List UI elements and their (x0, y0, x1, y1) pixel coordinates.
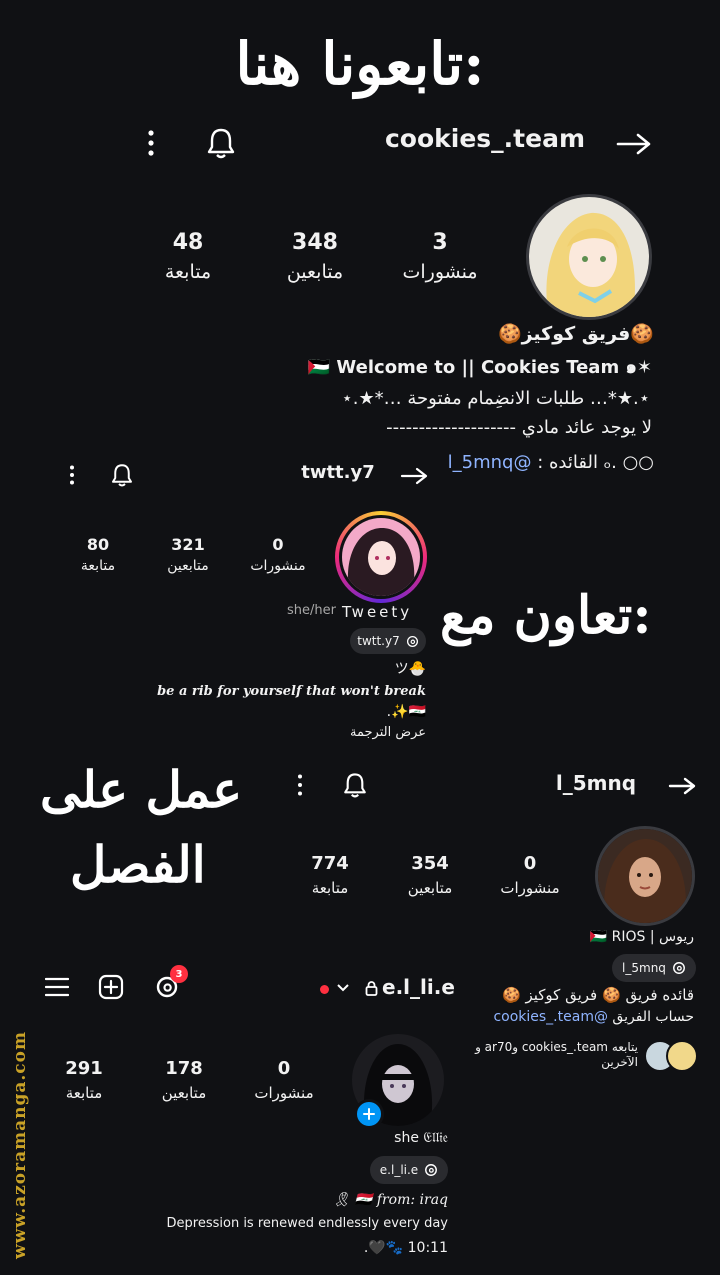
profile1-stat-followers[interactable]: 348 متابعين (255, 230, 375, 283)
profile2-pronouns: she/her (287, 603, 336, 618)
stat-number: 774 (311, 853, 349, 874)
profile4-bio-line2: Depression is renewed endlessly every da… (166, 1216, 448, 1231)
add-post-icon[interactable] (96, 972, 126, 1002)
profile3-avatar[interactable] (595, 826, 695, 926)
profile4-bio-line1: 🇮🇶 from: iraq 🎗 (332, 1192, 448, 1208)
bio-text: حساب الفريق (607, 1009, 694, 1025)
profile2-display-name: Tweety (342, 603, 413, 621)
bell-icon[interactable] (200, 122, 242, 164)
profile3-bio-line1: قائده فريق 🍪 فريق كوكيز 🍪 (502, 986, 694, 1004)
more-options-icon[interactable] (290, 770, 310, 800)
profile2-avatar[interactable] (335, 511, 427, 603)
stat-number: 178 (165, 1058, 203, 1079)
profile2-threads-pill[interactable]: twtt.y7 (350, 628, 426, 654)
profile1-bio-line2: ⋆.★*… طلبات الانضِمام مفتوحة …*★.⋆ (341, 388, 650, 409)
threads-handle: l_5mnq (622, 961, 666, 975)
stat-label: متابعين (286, 261, 344, 283)
threads-icon (425, 1164, 438, 1176)
profile2-stat-followers[interactable]: 321 متابعين (150, 535, 226, 574)
team-mention-link[interactable]: @cookies_.team (493, 1009, 608, 1025)
stat-number: 291 (65, 1058, 103, 1079)
profile1-bio-line1: ✶🇵🇸 Welcome to || Cookies Team ๑ (307, 357, 652, 378)
stat-number: 0 (277, 1058, 291, 1079)
chevron-down-icon[interactable] (334, 978, 352, 998)
profile4-username[interactable]: e.l_li.e (382, 975, 455, 999)
profile4-threads-pill[interactable]: e.l_li.e (370, 1156, 448, 1184)
leader-mention-link[interactable]: @l_5mnq (448, 452, 532, 473)
profile2-bio-line3: 🇮🇶✨. (386, 704, 426, 720)
site-watermark: www.azoramanga.com (10, 1031, 30, 1259)
threads-handle: twtt.y7 (357, 634, 400, 648)
profile4-stat-followers[interactable]: 178 متابعين (144, 1058, 224, 1102)
stat-label: متابعة (311, 879, 349, 897)
profile3-stat-following[interactable]: 774 متابعة (290, 853, 370, 897)
stat-number: 0 (523, 853, 537, 874)
follower-avatar-2 (666, 1040, 698, 1072)
profile1-avatar[interactable] (526, 194, 652, 320)
profile1-bio-line4: ○○ .ₒ القائده : @l_5mnq (448, 452, 654, 473)
profile3-stat-followers[interactable]: 354 متابعين (390, 853, 470, 897)
arrow-right-icon[interactable] (612, 124, 656, 164)
profile4-stat-following[interactable]: 291 متابعة (44, 1058, 124, 1102)
menu-icon[interactable] (42, 972, 72, 1002)
threads-handle: e.l_li.e (379, 1163, 419, 1177)
stat-label: متابعة (164, 261, 212, 283)
profile3-username: l_5mnq (555, 771, 637, 795)
profile2-bio-line1: 🐣ツ (394, 661, 426, 677)
stat-number: 48 (172, 230, 204, 255)
bell-icon[interactable] (106, 459, 138, 491)
lock-icon (362, 977, 380, 999)
arrow-right-icon[interactable] (664, 770, 700, 802)
arrow-right-icon[interactable] (396, 460, 432, 492)
profile1-stat-posts[interactable]: 3 منشورات (380, 230, 500, 283)
stat-label: منشورات (250, 558, 306, 574)
threads-notification-badge: 3 (170, 965, 188, 983)
profile4-bio-line3: 10:11 🐾🖤. (363, 1240, 448, 1256)
live-status-dot (320, 985, 329, 994)
stat-number: 321 (171, 535, 205, 554)
stat-label: منشورات (402, 261, 478, 283)
overlay-collab-title: تعاون مع: (440, 585, 652, 646)
profile3-bio-line2: حساب الفريق @cookies_.team (493, 1009, 694, 1025)
profile4-stat-posts[interactable]: 0 منشورات (244, 1058, 324, 1102)
profile3-threads-pill[interactable]: l_5mnq (612, 954, 696, 982)
profile3-followed-by[interactable]: يتابعه cookies_.team وar70 و الآخرين (448, 1040, 638, 1070)
stat-number: 348 (292, 230, 338, 255)
stat-number: 3 (432, 230, 448, 255)
overlay-work-line2: الفصل (70, 835, 206, 894)
stat-number: 354 (411, 853, 449, 874)
more-options-icon[interactable] (62, 460, 82, 490)
add-story-button[interactable] (354, 1099, 384, 1129)
bell-icon[interactable] (338, 768, 372, 802)
threads-icon (672, 962, 685, 974)
overlay-work-line1: عمل على (40, 760, 243, 819)
overlay-title-follow-us: تابعونا هنا: (235, 30, 485, 98)
stat-label: متابعين (167, 558, 209, 574)
profile1-username: cookies_.team (384, 124, 586, 153)
stat-number: 80 (86, 535, 110, 554)
profile2-bio-line2: be a rib for yourself that won't break (157, 684, 426, 699)
profile2-stat-following[interactable]: 80 متابعة (60, 535, 136, 574)
profile1-stat-following[interactable]: 48 متابعة (128, 230, 248, 283)
profile2-see-translation[interactable]: عرض الترجمة (350, 725, 426, 740)
profile2-stat-posts[interactable]: 0 منشورات (240, 535, 316, 574)
stat-label: منشورات (500, 879, 560, 897)
stat-label: منشورات (254, 1084, 314, 1102)
profile1-bio-line3: لا يوجد عائد مادي -------------------- (386, 417, 652, 438)
profile2-username: twtt.y7 (301, 462, 375, 483)
stat-label: متابعة (80, 558, 116, 574)
profile3-stat-posts[interactable]: 0 منشورات (490, 853, 570, 897)
more-options-icon[interactable] (136, 124, 166, 162)
stat-number: 0 (272, 535, 284, 554)
stat-label: متابعة (65, 1084, 103, 1102)
threads-icon (406, 635, 418, 647)
profile4-name: she 𝔈𝔩𝔩𝔦𝔢 (394, 1130, 448, 1146)
profile3-name: ريوس | 🇵🇸 RIOS (589, 929, 694, 945)
stat-label: متابعين (161, 1084, 207, 1102)
profile1-name: 🍪فريق كوكيز🍪 (497, 323, 654, 345)
bio-text: ○○ .ₒ القائده : (531, 452, 654, 473)
stat-label: متابعين (407, 879, 453, 897)
